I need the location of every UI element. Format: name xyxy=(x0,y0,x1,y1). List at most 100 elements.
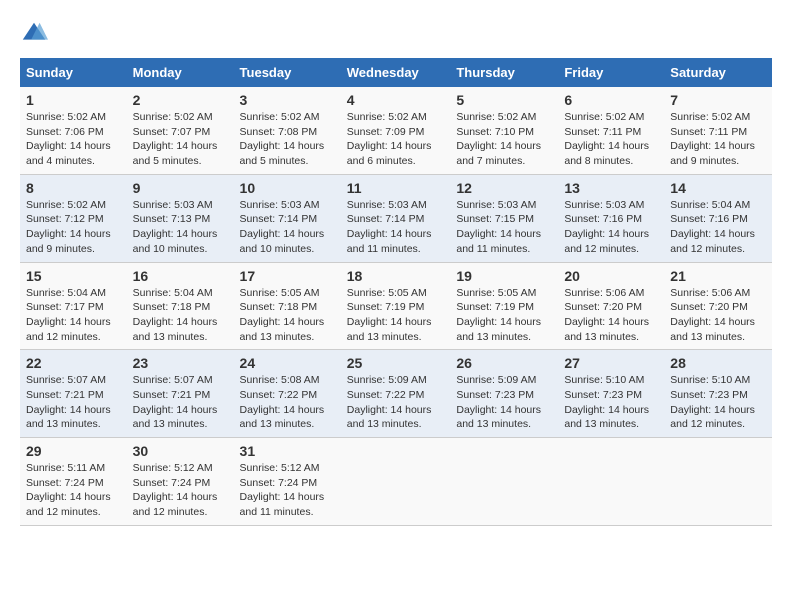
day-number: 10 xyxy=(240,180,335,196)
day-number: 13 xyxy=(564,180,658,196)
day-info: Sunrise: 5:02 AMSunset: 7:10 PMDaylight:… xyxy=(456,111,541,167)
day-number: 26 xyxy=(456,355,552,371)
day-info: Sunrise: 5:10 AMSunset: 7:23 PMDaylight:… xyxy=(564,374,649,430)
day-number: 12 xyxy=(456,180,552,196)
day-info: Sunrise: 5:12 AMSunset: 7:24 PMDaylight:… xyxy=(133,462,218,518)
header-cell-wednesday: Wednesday xyxy=(341,58,451,87)
logo-icon xyxy=(20,20,48,48)
calendar-cell: 16 Sunrise: 5:04 AMSunset: 7:18 PMDaylig… xyxy=(127,262,234,350)
calendar-cell: 12 Sunrise: 5:03 AMSunset: 7:15 PMDaylig… xyxy=(450,174,558,262)
calendar-body: 1 Sunrise: 5:02 AMSunset: 7:06 PMDayligh… xyxy=(20,87,772,525)
day-number: 14 xyxy=(670,180,766,196)
calendar-cell: 21 Sunrise: 5:06 AMSunset: 7:20 PMDaylig… xyxy=(664,262,772,350)
day-number: 24 xyxy=(240,355,335,371)
calendar-cell: 18 Sunrise: 5:05 AMSunset: 7:19 PMDaylig… xyxy=(341,262,451,350)
calendar-cell: 28 Sunrise: 5:10 AMSunset: 7:23 PMDaylig… xyxy=(664,350,772,438)
day-number: 1 xyxy=(26,92,121,108)
day-number: 29 xyxy=(26,443,121,459)
day-number: 28 xyxy=(670,355,766,371)
day-number: 22 xyxy=(26,355,121,371)
day-number: 19 xyxy=(456,268,552,284)
calendar-cell: 10 Sunrise: 5:03 AMSunset: 7:14 PMDaylig… xyxy=(234,174,341,262)
week-row-4: 22 Sunrise: 5:07 AMSunset: 7:21 PMDaylig… xyxy=(20,350,772,438)
day-info: Sunrise: 5:10 AMSunset: 7:23 PMDaylight:… xyxy=(670,374,755,430)
day-info: Sunrise: 5:09 AMSunset: 7:23 PMDaylight:… xyxy=(456,374,541,430)
day-info: Sunrise: 5:05 AMSunset: 7:19 PMDaylight:… xyxy=(456,287,541,343)
calendar-cell: 31 Sunrise: 5:12 AMSunset: 7:24 PMDaylig… xyxy=(234,438,341,526)
week-row-5: 29 Sunrise: 5:11 AMSunset: 7:24 PMDaylig… xyxy=(20,438,772,526)
day-number: 31 xyxy=(240,443,335,459)
calendar-cell: 7 Sunrise: 5:02 AMSunset: 7:11 PMDayligh… xyxy=(664,87,772,174)
calendar-table: SundayMondayTuesdayWednesdayThursdayFrid… xyxy=(20,58,772,526)
calendar-cell xyxy=(450,438,558,526)
day-info: Sunrise: 5:07 AMSunset: 7:21 PMDaylight:… xyxy=(26,374,111,430)
calendar-cell: 25 Sunrise: 5:09 AMSunset: 7:22 PMDaylig… xyxy=(341,350,451,438)
day-info: Sunrise: 5:02 AMSunset: 7:08 PMDaylight:… xyxy=(240,111,325,167)
calendar-cell: 27 Sunrise: 5:10 AMSunset: 7:23 PMDaylig… xyxy=(558,350,664,438)
page-header xyxy=(20,20,772,48)
calendar-cell: 29 Sunrise: 5:11 AMSunset: 7:24 PMDaylig… xyxy=(20,438,127,526)
calendar-cell: 17 Sunrise: 5:05 AMSunset: 7:18 PMDaylig… xyxy=(234,262,341,350)
calendar-cell: 5 Sunrise: 5:02 AMSunset: 7:10 PMDayligh… xyxy=(450,87,558,174)
day-info: Sunrise: 5:04 AMSunset: 7:18 PMDaylight:… xyxy=(133,287,218,343)
day-number: 3 xyxy=(240,92,335,108)
calendar-cell: 22 Sunrise: 5:07 AMSunset: 7:21 PMDaylig… xyxy=(20,350,127,438)
calendar-cell: 19 Sunrise: 5:05 AMSunset: 7:19 PMDaylig… xyxy=(450,262,558,350)
day-info: Sunrise: 5:06 AMSunset: 7:20 PMDaylight:… xyxy=(670,287,755,343)
day-number: 5 xyxy=(456,92,552,108)
day-info: Sunrise: 5:03 AMSunset: 7:14 PMDaylight:… xyxy=(347,199,432,255)
week-row-3: 15 Sunrise: 5:04 AMSunset: 7:17 PMDaylig… xyxy=(20,262,772,350)
day-info: Sunrise: 5:05 AMSunset: 7:19 PMDaylight:… xyxy=(347,287,432,343)
day-info: Sunrise: 5:02 AMSunset: 7:11 PMDaylight:… xyxy=(670,111,755,167)
day-info: Sunrise: 5:03 AMSunset: 7:13 PMDaylight:… xyxy=(133,199,218,255)
day-info: Sunrise: 5:02 AMSunset: 7:12 PMDaylight:… xyxy=(26,199,111,255)
calendar-cell: 6 Sunrise: 5:02 AMSunset: 7:11 PMDayligh… xyxy=(558,87,664,174)
day-info: Sunrise: 5:02 AMSunset: 7:09 PMDaylight:… xyxy=(347,111,432,167)
day-number: 16 xyxy=(133,268,228,284)
calendar-cell xyxy=(341,438,451,526)
logo xyxy=(20,20,52,48)
calendar-cell: 8 Sunrise: 5:02 AMSunset: 7:12 PMDayligh… xyxy=(20,174,127,262)
header-cell-sunday: Sunday xyxy=(20,58,127,87)
calendar-cell xyxy=(664,438,772,526)
day-number: 20 xyxy=(564,268,658,284)
day-info: Sunrise: 5:02 AMSunset: 7:07 PMDaylight:… xyxy=(133,111,218,167)
day-number: 9 xyxy=(133,180,228,196)
day-number: 15 xyxy=(26,268,121,284)
week-row-2: 8 Sunrise: 5:02 AMSunset: 7:12 PMDayligh… xyxy=(20,174,772,262)
day-info: Sunrise: 5:11 AMSunset: 7:24 PMDaylight:… xyxy=(26,462,111,518)
day-number: 4 xyxy=(347,92,445,108)
day-info: Sunrise: 5:04 AMSunset: 7:16 PMDaylight:… xyxy=(670,199,755,255)
week-row-1: 1 Sunrise: 5:02 AMSunset: 7:06 PMDayligh… xyxy=(20,87,772,174)
calendar-cell: 3 Sunrise: 5:02 AMSunset: 7:08 PMDayligh… xyxy=(234,87,341,174)
day-info: Sunrise: 5:04 AMSunset: 7:17 PMDaylight:… xyxy=(26,287,111,343)
calendar-cell: 9 Sunrise: 5:03 AMSunset: 7:13 PMDayligh… xyxy=(127,174,234,262)
header-cell-thursday: Thursday xyxy=(450,58,558,87)
day-info: Sunrise: 5:06 AMSunset: 7:20 PMDaylight:… xyxy=(564,287,649,343)
header-cell-monday: Monday xyxy=(127,58,234,87)
header-cell-friday: Friday xyxy=(558,58,664,87)
day-number: 2 xyxy=(133,92,228,108)
day-number: 18 xyxy=(347,268,445,284)
calendar-cell: 15 Sunrise: 5:04 AMSunset: 7:17 PMDaylig… xyxy=(20,262,127,350)
day-info: Sunrise: 5:08 AMSunset: 7:22 PMDaylight:… xyxy=(240,374,325,430)
day-info: Sunrise: 5:03 AMSunset: 7:14 PMDaylight:… xyxy=(240,199,325,255)
calendar-cell: 13 Sunrise: 5:03 AMSunset: 7:16 PMDaylig… xyxy=(558,174,664,262)
day-info: Sunrise: 5:05 AMSunset: 7:18 PMDaylight:… xyxy=(240,287,325,343)
day-number: 21 xyxy=(670,268,766,284)
day-info: Sunrise: 5:02 AMSunset: 7:11 PMDaylight:… xyxy=(564,111,649,167)
day-number: 17 xyxy=(240,268,335,284)
calendar-cell: 11 Sunrise: 5:03 AMSunset: 7:14 PMDaylig… xyxy=(341,174,451,262)
day-number: 11 xyxy=(347,180,445,196)
calendar-cell: 2 Sunrise: 5:02 AMSunset: 7:07 PMDayligh… xyxy=(127,87,234,174)
day-info: Sunrise: 5:03 AMSunset: 7:16 PMDaylight:… xyxy=(564,199,649,255)
header-cell-saturday: Saturday xyxy=(664,58,772,87)
day-number: 6 xyxy=(564,92,658,108)
day-number: 7 xyxy=(670,92,766,108)
day-number: 25 xyxy=(347,355,445,371)
header-row: SundayMondayTuesdayWednesdayThursdayFrid… xyxy=(20,58,772,87)
day-info: Sunrise: 5:09 AMSunset: 7:22 PMDaylight:… xyxy=(347,374,432,430)
day-info: Sunrise: 5:12 AMSunset: 7:24 PMDaylight:… xyxy=(240,462,325,518)
calendar-cell: 14 Sunrise: 5:04 AMSunset: 7:16 PMDaylig… xyxy=(664,174,772,262)
day-number: 23 xyxy=(133,355,228,371)
